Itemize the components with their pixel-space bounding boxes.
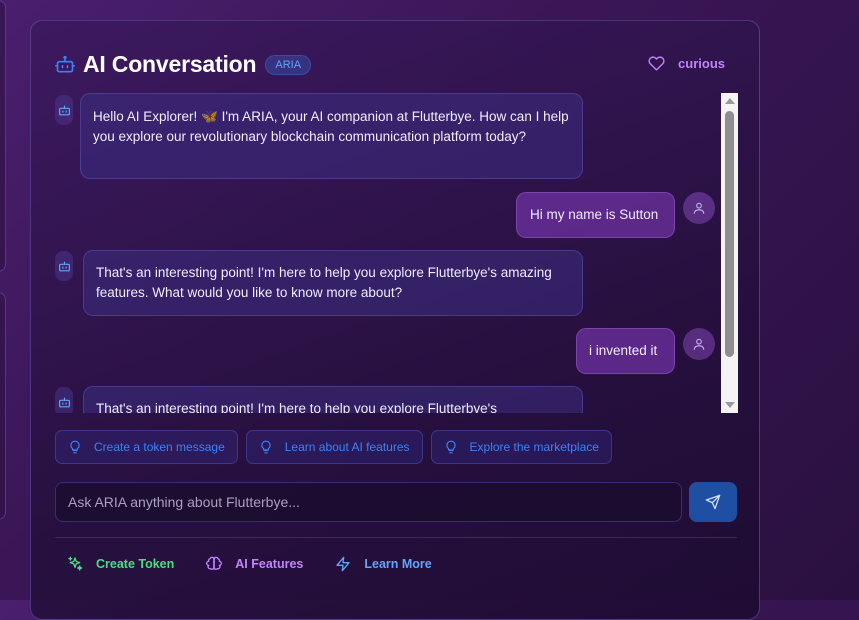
scroll-down-arrow[interactable]	[725, 402, 735, 408]
bot-icon	[58, 105, 70, 115]
brain-icon	[206, 556, 223, 570]
suggestion-label: Create a token message	[94, 440, 225, 454]
user-message: Hi my name is Sutton	[516, 192, 675, 238]
assistant-message: That's an interesting point! I'm here to…	[83, 386, 583, 413]
chat-panel: AI Conversation ARIA curious Hello AI Ex…	[30, 20, 760, 620]
assistant-message: That's an interesting point! I'm here to…	[83, 250, 583, 316]
mood-indicator: curious	[648, 55, 725, 72]
quick-actions: Create Token AI Features Learn More	[67, 556, 464, 572]
message-list[interactable]: Hello AI Explorer! 🦋 I'm ARIA, your AI c…	[51, 93, 723, 413]
zap-icon	[336, 556, 351, 572]
suggestion-explore-marketplace[interactable]: Explore the marketplace	[430, 430, 612, 464]
scroll-up-arrow[interactable]	[725, 98, 735, 104]
ai-features-button[interactable]: AI Features	[206, 556, 303, 572]
heart-icon	[648, 56, 665, 71]
lightbulb-icon	[445, 440, 456, 454]
divider	[55, 537, 737, 538]
message-input[interactable]: Ask ARIA anything about Flutterbye...	[55, 482, 682, 522]
assistant-badge: ARIA	[265, 54, 312, 75]
user-message: i invented it	[576, 328, 675, 374]
message-scrollbar[interactable]	[721, 93, 738, 413]
user-avatar	[683, 192, 715, 224]
create-token-label: Create Token	[96, 557, 175, 571]
assistant-avatar	[55, 387, 73, 413]
bot-icon	[58, 397, 70, 407]
chat-header: AI Conversation ARIA	[55, 51, 312, 78]
suggestion-learn-ai-features[interactable]: Learn about AI features	[245, 430, 423, 464]
user-avatar	[683, 328, 715, 360]
learn-more-label: Learn More	[364, 557, 432, 571]
user-icon	[693, 338, 705, 350]
lightbulb-icon	[70, 440, 80, 454]
suggestion-label: Explore the marketplace	[469, 440, 599, 454]
send-button[interactable]	[689, 482, 737, 522]
assistant-message: Hello AI Explorer! 🦋 I'm ARIA, your AI c…	[80, 93, 583, 179]
background-panel-edge	[0, 292, 6, 520]
lightbulb-icon	[261, 440, 271, 454]
send-icon	[705, 494, 721, 510]
learn-more-button[interactable]: Learn More	[335, 556, 432, 572]
page-title: AI Conversation	[83, 51, 257, 77]
bot-icon	[55, 55, 75, 75]
mood-label: curious	[678, 56, 725, 71]
scroll-thumb[interactable]	[725, 111, 734, 357]
assistant-avatar	[55, 251, 73, 281]
ai-features-label: AI Features	[235, 557, 304, 571]
suggestion-create-token-message[interactable]: Create a token message	[55, 430, 238, 464]
suggestion-label: Learn about AI features	[284, 440, 410, 454]
bot-icon	[58, 261, 70, 271]
create-token-button[interactable]: Create Token	[67, 556, 174, 572]
suggestion-chips: Create a token message Learn about AI fe…	[55, 430, 620, 464]
user-icon	[693, 202, 705, 214]
assistant-avatar	[55, 95, 73, 125]
sparkles-icon	[68, 556, 83, 571]
background-panel-edge	[0, 0, 6, 272]
